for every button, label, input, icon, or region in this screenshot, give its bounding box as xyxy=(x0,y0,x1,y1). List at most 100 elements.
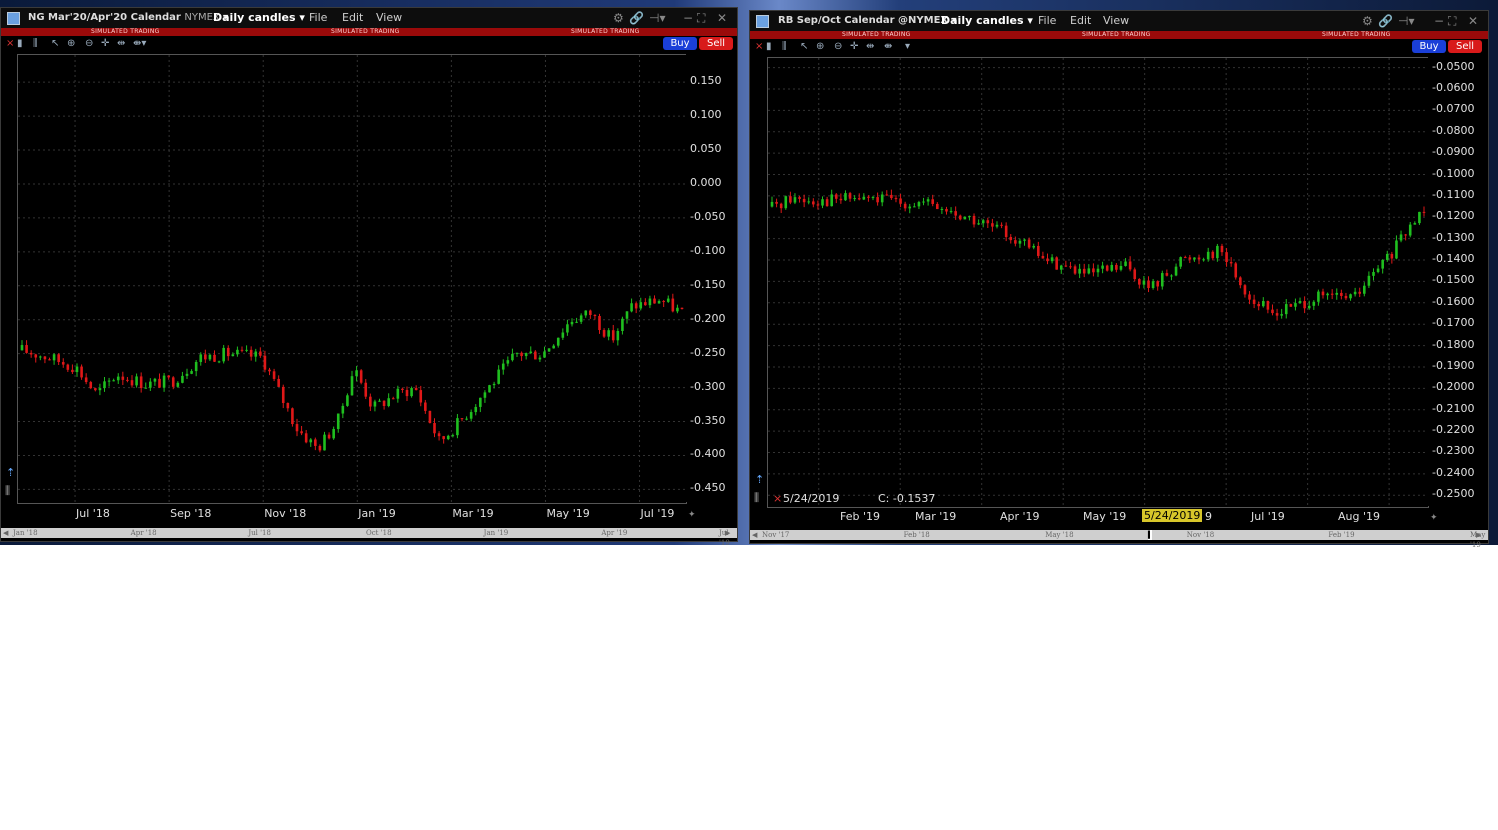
x-tick-label: Jul '18 xyxy=(76,507,110,520)
sell-button[interactable]: Sell xyxy=(1448,40,1482,53)
pan-icon[interactable]: ⇹ xyxy=(117,36,125,52)
y-axis[interactable]: 0.150 0.100 0.050 0.000 -0.050 -0.100 -0.150 -0… xyxy=(686,54,736,502)
maximize-icon[interactable]: ⛶ xyxy=(1448,11,1456,31)
price-plot[interactable] xyxy=(767,57,1429,508)
menu-file[interactable]: File xyxy=(1038,11,1056,31)
close-small-icon[interactable]: × xyxy=(6,36,14,52)
candle-body xyxy=(162,375,166,388)
menu-edit[interactable]: Edit xyxy=(1070,11,1091,31)
histogram-icon[interactable]: ⫼ xyxy=(754,491,759,505)
histogram-icon[interactable]: ⫼ xyxy=(5,484,10,498)
candle-body xyxy=(139,376,143,389)
candle-body xyxy=(71,369,74,373)
y-tick-label: -0.450 xyxy=(690,481,726,495)
bar-type-selector[interactable]: Daily candles ▾ xyxy=(941,11,1033,31)
candle-body xyxy=(149,381,152,388)
candle-body xyxy=(391,398,395,400)
close-icon[interactable]: ✕ xyxy=(1468,11,1478,31)
sim-label-1: SIMULATED TRADING xyxy=(91,28,160,35)
navigator-bar[interactable]: ◀ Nov '17 Feb '18 May '18 Nov '18 Feb '19 May… xyxy=(750,530,1488,549)
chart-window-ng: NG Mar'20/Apr'20 Calendar NYMEX ▾ Daily … xyxy=(0,7,738,547)
maximize-icon[interactable]: ⛶ xyxy=(697,8,705,28)
fit-icon[interactable]: ⇼▾ xyxy=(133,36,146,52)
navigator-bar[interactable]: ◀ Jan '18 Apr '18 Jul '18 Oct '18 Jan '19 Apr… xyxy=(1,528,737,547)
candle-body xyxy=(1257,303,1261,307)
price-plot[interactable] xyxy=(17,54,687,504)
scroll-right-icon[interactable]: ✦ xyxy=(688,510,696,520)
candle-body xyxy=(575,321,578,323)
title-bar[interactable]: RB Sep/Oct Calendar @NYMEX ▾ Daily candl… xyxy=(750,11,1488,31)
close-small-icon[interactable]: × xyxy=(755,39,763,55)
menu-view[interactable]: View xyxy=(1103,11,1129,31)
candle-body xyxy=(1179,257,1182,267)
pin-icon[interactable]: ⊣▾ xyxy=(649,8,665,28)
info-icon[interactable]: ▮ xyxy=(17,36,23,52)
y-axis[interactable]: -0.0500 -0.0600 -0.0700 -0.0800 -0.0900 -0.10… xyxy=(1428,57,1486,506)
candle-body xyxy=(492,383,496,386)
y-tick-label: -0.2100 xyxy=(1432,401,1475,415)
candle-body xyxy=(190,371,193,374)
dropdown-icon[interactable]: ▾ xyxy=(905,39,910,55)
zoom-out-icon[interactable]: ⊖ xyxy=(85,36,93,52)
pin-icon[interactable]: ⊣▾ xyxy=(1398,11,1414,31)
menu-edit[interactable]: Edit xyxy=(342,8,363,28)
zoom-in-icon[interactable]: ⊕ xyxy=(816,39,824,55)
candle-body xyxy=(1147,280,1150,288)
candle-body xyxy=(634,303,638,309)
candle-body xyxy=(949,211,953,213)
nav-left-arrow[interactable]: ◀ xyxy=(3,528,8,538)
nav-right-arrow[interactable]: ▶ xyxy=(725,528,730,538)
candle-body xyxy=(662,301,665,303)
simulated-trading-banner: SIMULATED TRADING SIMULATED TRADING SIMU… xyxy=(750,31,1488,39)
volume-icon[interactable]: ⫼ xyxy=(782,39,787,55)
link-icon[interactable]: 🔗 xyxy=(629,8,644,28)
nav-tick-label: Feb '18 xyxy=(903,531,930,539)
expand-axis-icon[interactable]: ⇡ xyxy=(6,466,15,479)
bar-type-selector[interactable]: Daily candles ▾ xyxy=(213,8,305,28)
minimize-icon[interactable]: − xyxy=(683,8,693,28)
cursor-icon[interactable]: ↖ xyxy=(51,36,59,52)
close-icon[interactable]: ✕ xyxy=(717,8,727,28)
candle-body xyxy=(1092,268,1095,273)
candle-body xyxy=(977,223,980,225)
contract-title[interactable]: NG Mar'20/Apr'20 Calendar NYMEX ▾ xyxy=(28,8,228,28)
zoom-in-icon[interactable]: ⊕ xyxy=(67,36,75,52)
menu-file[interactable]: File xyxy=(309,8,327,28)
buy-button[interactable]: Buy xyxy=(1412,40,1446,53)
candle-body xyxy=(680,307,684,310)
candle-body xyxy=(479,397,482,407)
pan-icon[interactable]: ⇹ xyxy=(866,39,874,55)
settings-icon[interactable]: ⚙ xyxy=(1362,11,1373,31)
buy-button[interactable]: Buy xyxy=(663,37,697,50)
info-icon[interactable]: ▮ xyxy=(766,39,772,55)
minimize-icon[interactable]: − xyxy=(1434,11,1444,31)
candle-body xyxy=(20,345,24,351)
y-tick-label: -0.1700 xyxy=(1432,316,1475,330)
nav-left-arrow[interactable]: ◀ xyxy=(752,530,757,540)
title-bar[interactable]: NG Mar'20/Apr'20 Calendar NYMEX ▾ Daily … xyxy=(1,8,737,28)
nav-handle[interactable]: ▍ xyxy=(1148,530,1153,540)
fit-icon[interactable]: ⇼ xyxy=(884,39,892,55)
candle-body xyxy=(1128,261,1132,270)
candle-body xyxy=(1037,245,1040,256)
candle-body xyxy=(995,224,999,227)
candle-body xyxy=(1307,305,1311,309)
sell-button[interactable]: Sell xyxy=(699,37,733,50)
y-tick-label: -0.0600 xyxy=(1432,81,1475,94)
settings-icon[interactable]: ⚙ xyxy=(613,8,624,28)
zoom-out-icon[interactable]: ⊖ xyxy=(834,39,842,55)
expand-axis-icon[interactable]: ⇡ xyxy=(755,473,764,486)
nav-right-arrow[interactable]: ▶ xyxy=(1476,530,1481,540)
volume-icon[interactable]: ⫼ xyxy=(33,36,38,52)
crosshair-icon[interactable]: ✛ xyxy=(101,36,109,52)
scroll-right-icon[interactable]: ✦ xyxy=(1430,513,1438,523)
link-icon[interactable]: 🔗 xyxy=(1378,11,1393,31)
contract-title[interactable]: RB Sep/Oct Calendar @NYMEX ▾ xyxy=(778,11,957,31)
cursor-icon[interactable]: ↖ xyxy=(800,39,808,55)
sim-label-1: SIMULATED TRADING xyxy=(842,31,911,38)
candle-body xyxy=(945,208,948,212)
menu-view[interactable]: View xyxy=(376,8,402,28)
candle-body xyxy=(240,349,244,351)
candle-body xyxy=(1014,240,1017,244)
crosshair-icon[interactable]: ✛ xyxy=(850,39,858,55)
